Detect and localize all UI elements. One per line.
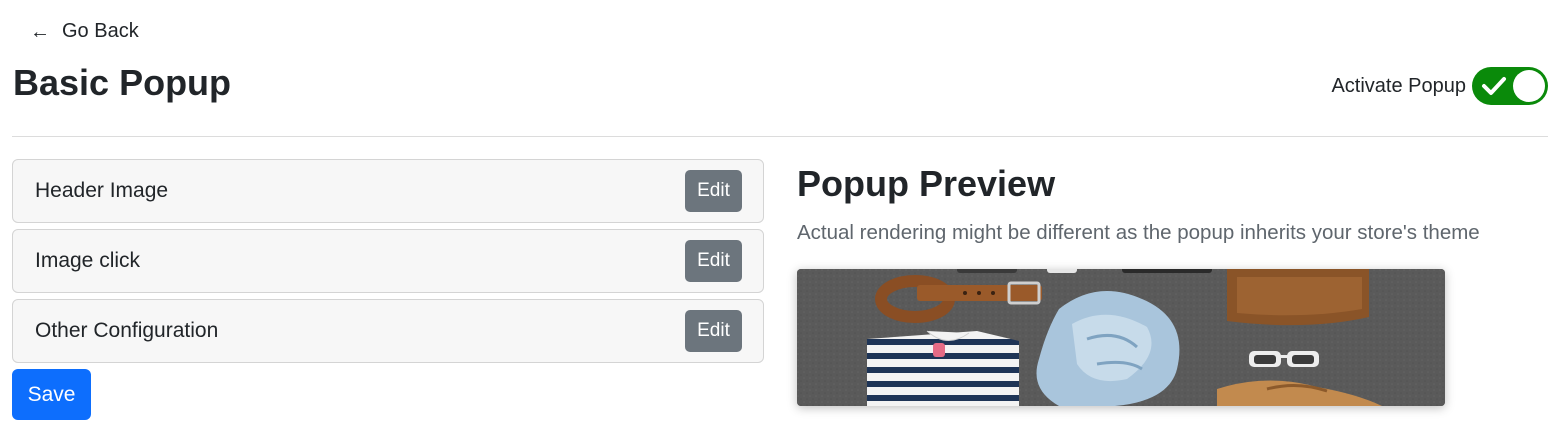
config-sections: Header Image Edit Image click Edit Other… [12,159,764,369]
check-icon [1482,77,1506,95]
flatlay-clothing-image [797,269,1445,406]
edit-image-click-button[interactable]: Edit [685,240,742,282]
section-label: Header Image [35,179,169,202]
save-button[interactable]: Save [12,369,91,420]
go-back-label: Go Back [62,20,139,42]
section-header-image: Header Image Edit [12,159,764,223]
edit-other-configuration-button[interactable]: Edit [685,310,742,352]
preview-note: Actual rendering might be different as t… [797,221,1480,244]
header-divider [12,136,1548,137]
section-other-configuration: Other Configuration Edit [12,299,764,363]
page-title: Basic Popup [13,62,232,103]
section-label: Image click [35,249,141,272]
arrow-left-icon: ← [30,20,50,43]
activate-popup-toggle[interactable] [1472,67,1548,105]
section-image-click: Image click Edit [12,229,764,293]
edit-header-image-button[interactable]: Edit [685,170,742,212]
popup-preview-image [797,269,1445,406]
preview-title: Popup Preview [797,163,1056,204]
activate-popup-label: Activate Popup [1331,74,1466,97]
section-label: Other Configuration [35,319,219,342]
activate-popup-control: Activate Popup [1331,67,1548,105]
go-back-link[interactable]: ← Go Back [30,20,139,43]
toggle-knob [1513,70,1545,102]
